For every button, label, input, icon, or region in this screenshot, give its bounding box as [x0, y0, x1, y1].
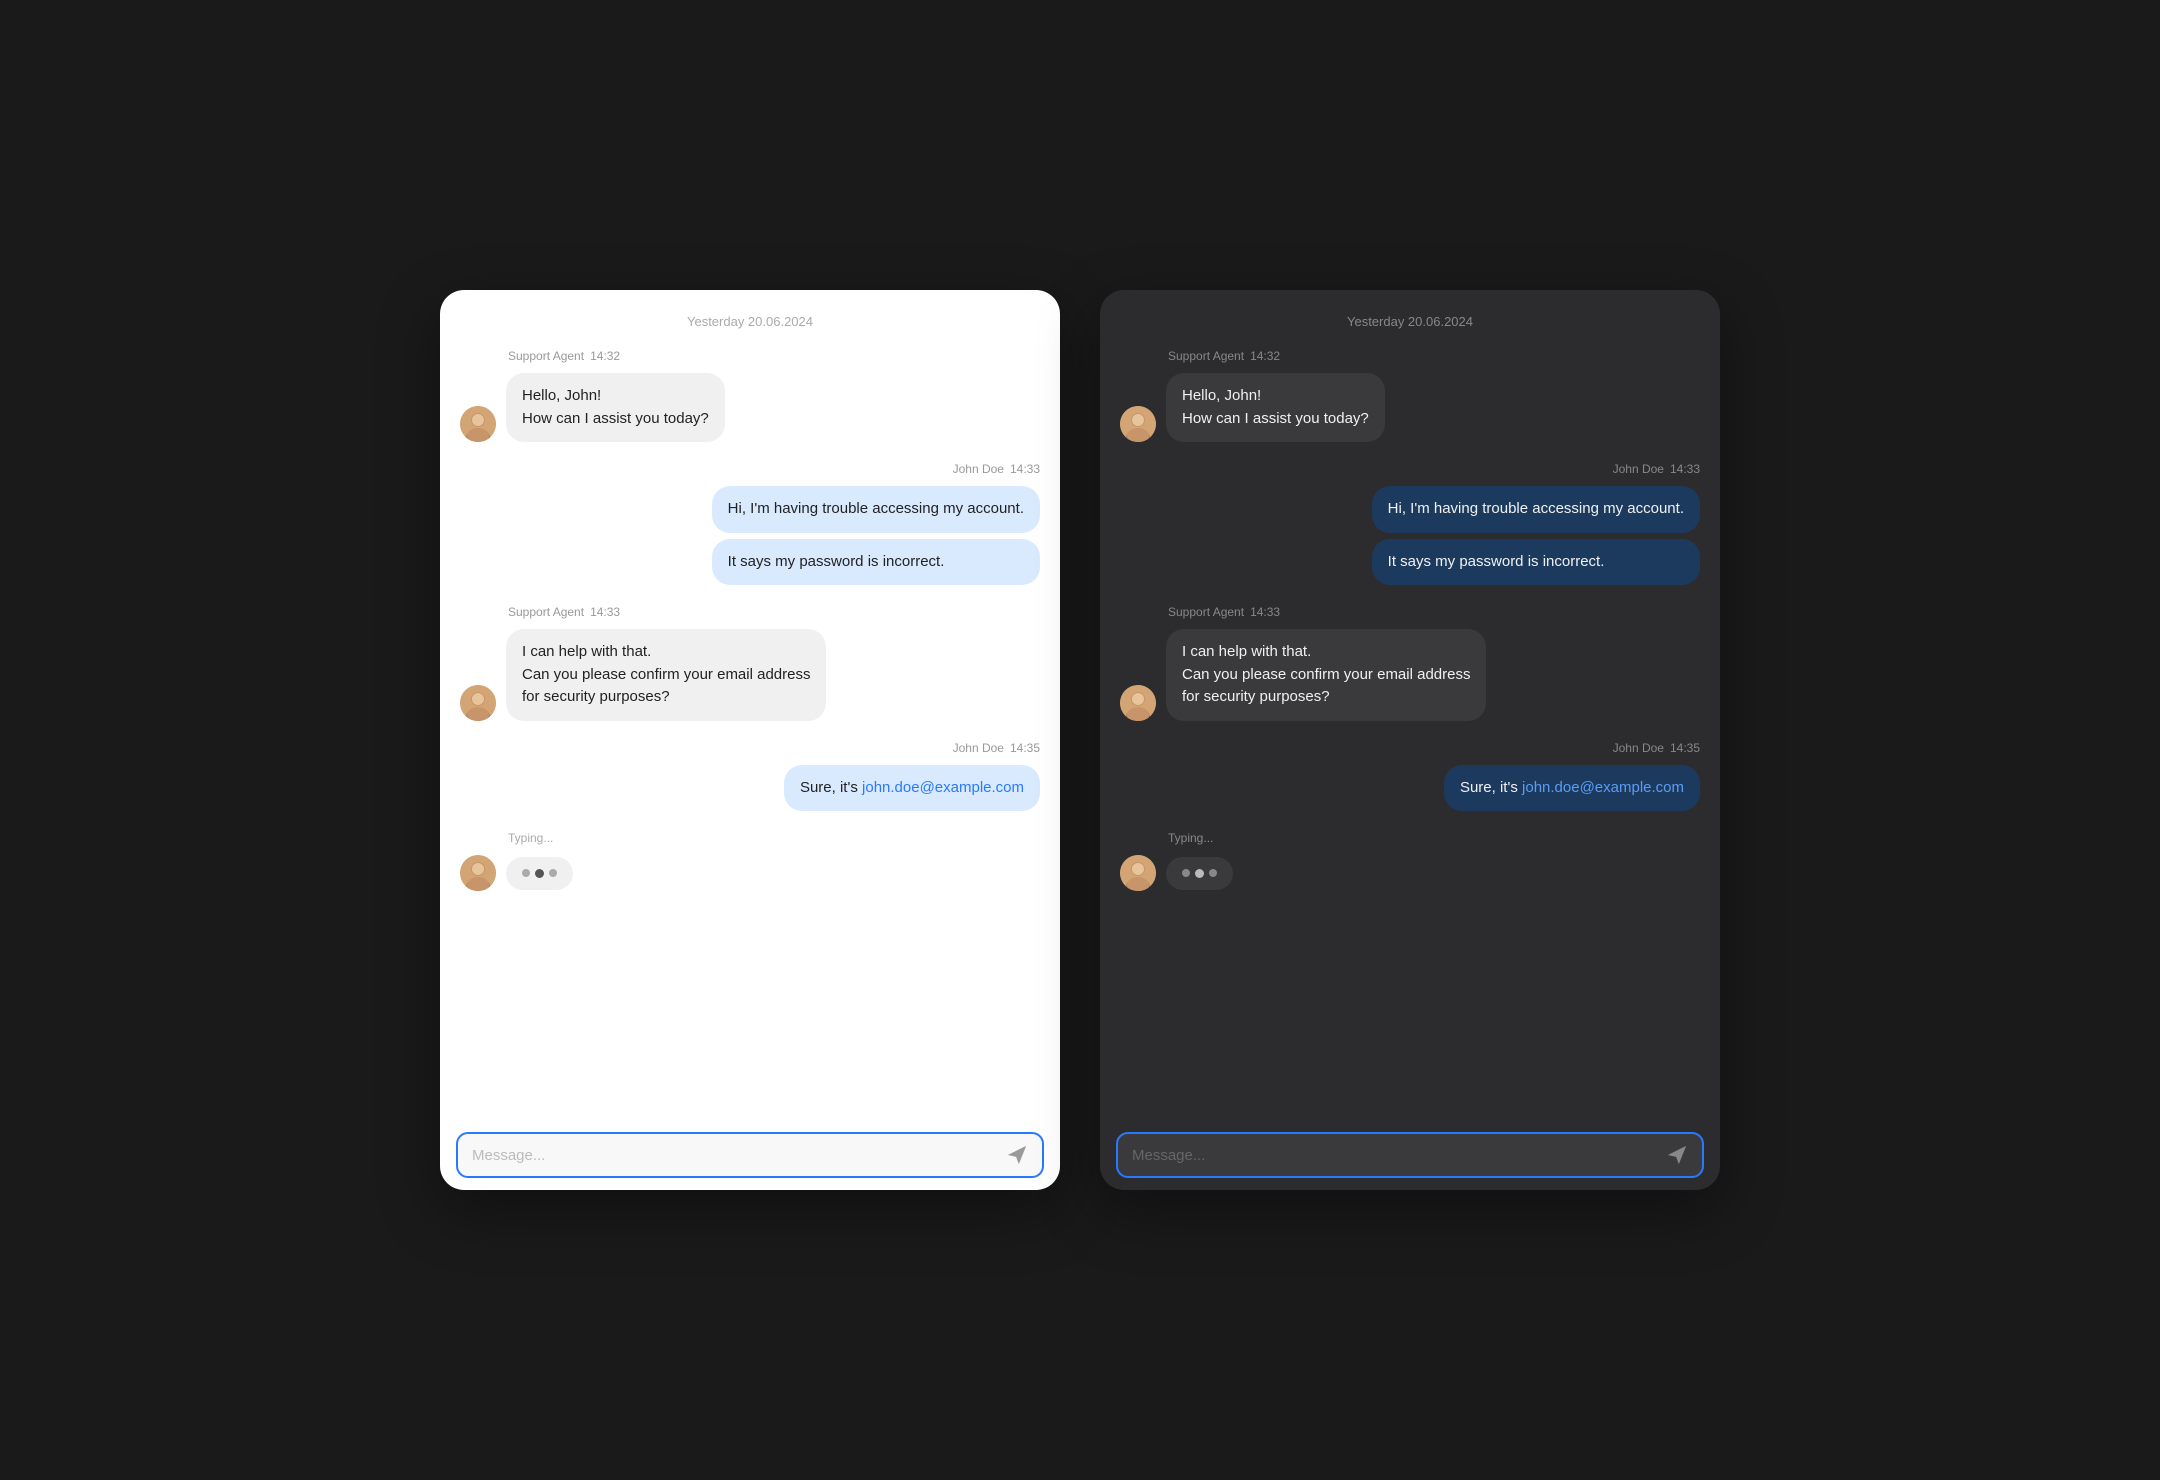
sender-time-agent-dark-2: 14:33 [1250, 605, 1280, 619]
dot-1-dark [1182, 869, 1190, 877]
sender-time-user-1: 14:33 [1010, 462, 1040, 476]
typing-group-light: Typing... [460, 831, 1040, 891]
bubble-agent-dark-1: Hello, John!How can I assist you today? [1166, 373, 1385, 442]
bubble-user-1a: Hi, I'm having trouble accessing my acco… [712, 486, 1040, 533]
message-group-agent-1: Support Agent 14:32 Hello, John!How can … [460, 349, 1040, 442]
dot-1-light [522, 869, 530, 877]
sender-name-user-dark-1: John Doe [1613, 462, 1664, 476]
sender-time-user-dark-1: 14:33 [1670, 462, 1700, 476]
chat-body-light: Yesterday 20.06.2024 Support Agent 14:32 [440, 290, 1060, 1120]
chat-input-area-light [440, 1120, 1060, 1190]
typing-bubble-light [506, 857, 573, 890]
typing-bubble-dark [1166, 857, 1233, 890]
sender-name-agent-2: Support Agent [508, 605, 584, 619]
message-group-user-dark-1: John Doe 14:33 Hi, I'm having trouble ac… [1120, 462, 1700, 585]
typing-group-dark: Typing... [1120, 831, 1700, 891]
chat-input-area-dark [1100, 1120, 1720, 1190]
messages-stack-user-1: Hi, I'm having trouble accessing my acco… [712, 486, 1040, 585]
email-link-dark[interactable]: john.doe@example.com [1522, 779, 1684, 796]
input-row-dark [1116, 1132, 1704, 1178]
sender-time-agent-2: 14:33 [590, 605, 620, 619]
dot-3-light [549, 869, 557, 877]
messages-stack-user-dark-1: Hi, I'm having trouble accessing my acco… [1372, 486, 1700, 585]
typing-row-light [460, 855, 573, 891]
sender-time-agent-dark-1: 14:32 [1250, 349, 1280, 363]
dot-2-light [535, 869, 544, 878]
message-row-agent-1: Hello, John!How can I assist you today? [460, 373, 725, 442]
dot-3-dark [1209, 869, 1217, 877]
sender-info-user-dark-2: John Doe 14:35 [1613, 741, 1700, 755]
typing-label-light: Typing... [460, 831, 553, 845]
sender-info-agent-1: Support Agent 14:32 [460, 349, 620, 363]
typing-row-dark [1120, 855, 1233, 891]
input-row-light [456, 1132, 1044, 1178]
bubble-user-dark-2: Sure, it's john.doe@example.com [1444, 765, 1700, 812]
message-group-agent-2: Support Agent 14:33 I can help with that… [460, 605, 1040, 721]
message-input-light[interactable] [472, 1147, 996, 1164]
sender-time-user-dark-2: 14:35 [1670, 741, 1700, 755]
chat-window-dark: Yesterday 20.06.2024 Support Agent 14:32 [1100, 290, 1720, 1190]
message-group-agent-dark-2: Support Agent 14:33 I can help with that… [1120, 605, 1700, 721]
sender-name-agent-1: Support Agent [508, 349, 584, 363]
sender-info-agent-dark-2: Support Agent 14:33 [1120, 605, 1280, 619]
avatar-typing-dark [1120, 855, 1156, 891]
chat-body-dark: Yesterday 20.06.2024 Support Agent 14:32 [1100, 290, 1720, 1120]
dot-2-dark [1195, 869, 1204, 878]
bubble-user-1b: It says my password is incorrect. [712, 539, 1040, 586]
sender-name-agent-dark-2: Support Agent [1168, 605, 1244, 619]
sender-time-user-2: 14:35 [1010, 741, 1040, 755]
bubble-user-dark-1a: Hi, I'm having trouble accessing my acco… [1372, 486, 1700, 533]
bubble-user-dark-1b: It says my password is incorrect. [1372, 539, 1700, 586]
sender-name-user-1: John Doe [953, 462, 1004, 476]
message-input-dark[interactable] [1132, 1147, 1656, 1164]
message-group-user-2: John Doe 14:35 Sure, it's john.doe@examp… [460, 741, 1040, 812]
send-button-dark[interactable] [1666, 1144, 1688, 1166]
sender-time-agent-1: 14:32 [590, 349, 620, 363]
message-row-agent-dark-2: I can help with that.Can you please conf… [1120, 629, 1486, 721]
date-divider-light: Yesterday 20.06.2024 [460, 314, 1040, 329]
sender-name-agent-dark-1: Support Agent [1168, 349, 1244, 363]
sender-info-user-dark-1: John Doe 14:33 [1613, 462, 1700, 476]
message-group-user-dark-2: John Doe 14:35 Sure, it's john.doe@examp… [1120, 741, 1700, 812]
message-row-agent-dark-1: Hello, John!How can I assist you today? [1120, 373, 1385, 442]
avatar-agent-2 [460, 685, 496, 721]
sender-name-user-dark-2: John Doe [1613, 741, 1664, 755]
send-button-light[interactable] [1006, 1144, 1028, 1166]
avatar-agent-1 [460, 406, 496, 442]
chat-window-light: Yesterday 20.06.2024 Support Agent 14:32 [440, 290, 1060, 1190]
message-group-agent-dark-1: Support Agent 14:32 Hello, John!How can … [1120, 349, 1700, 442]
bubble-user-2: Sure, it's john.doe@example.com [784, 765, 1040, 812]
sender-info-user-1: John Doe 14:33 [953, 462, 1040, 476]
sender-info-agent-dark-1: Support Agent 14:32 [1120, 349, 1280, 363]
sender-info-agent-2: Support Agent 14:33 [460, 605, 620, 619]
bubble-agent-1: Hello, John!How can I assist you today? [506, 373, 725, 442]
sender-name-user-2: John Doe [953, 741, 1004, 755]
sender-info-user-2: John Doe 14:35 [953, 741, 1040, 755]
avatar-agent-dark-1 [1120, 406, 1156, 442]
message-row-agent-2: I can help with that.Can you please conf… [460, 629, 826, 721]
email-link-light[interactable]: john.doe@example.com [862, 779, 1024, 796]
typing-label-dark: Typing... [1120, 831, 1213, 845]
avatar-agent-dark-2 [1120, 685, 1156, 721]
date-divider-dark: Yesterday 20.06.2024 [1120, 314, 1700, 329]
message-group-user-1: John Doe 14:33 Hi, I'm having trouble ac… [460, 462, 1040, 585]
bubble-agent-dark-2: I can help with that.Can you please conf… [1166, 629, 1486, 721]
bubble-agent-2: I can help with that.Can you please conf… [506, 629, 826, 721]
avatar-typing-light [460, 855, 496, 891]
